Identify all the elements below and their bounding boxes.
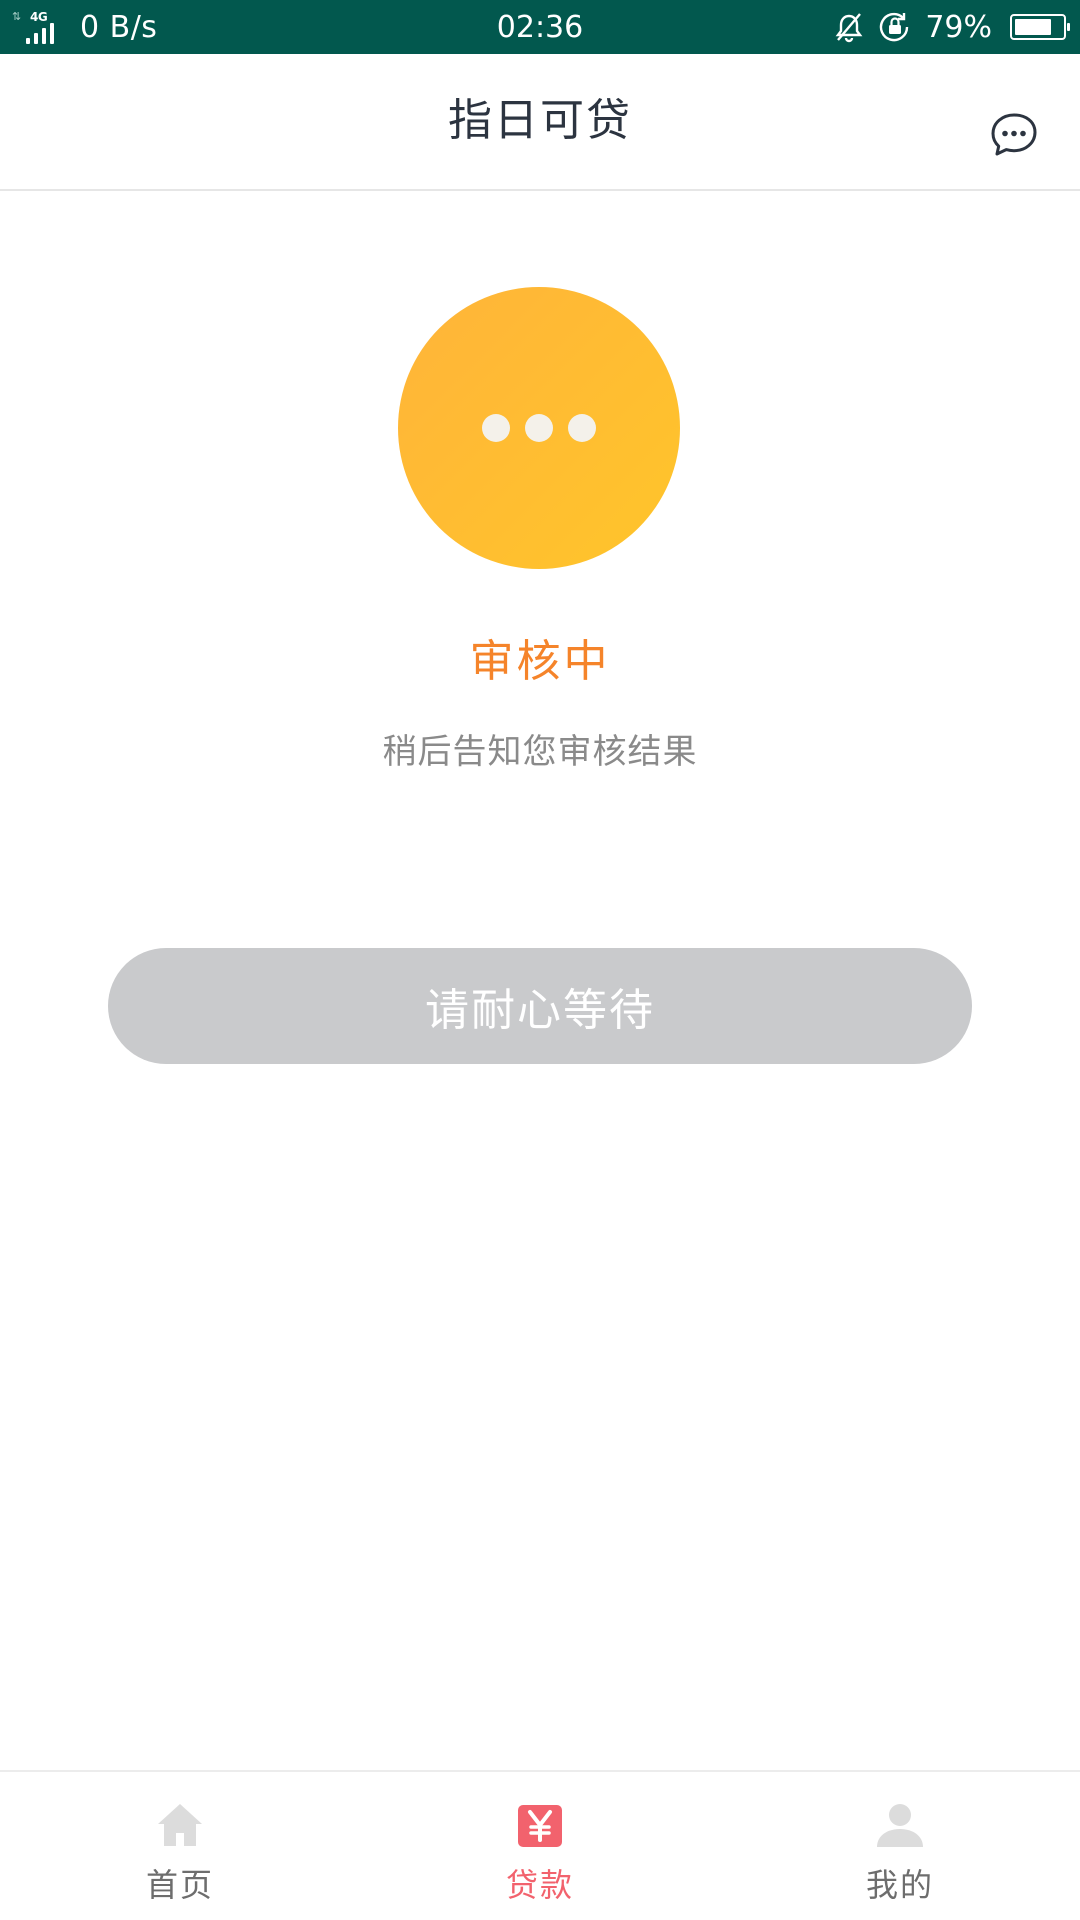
nav-label-mine: 我的 xyxy=(865,1866,934,1904)
cellular-signal-icon: ⇅ 4G xyxy=(10,0,72,54)
nav-label-loan: 贷款 xyxy=(505,1866,574,1904)
nav-label-home: 首页 xyxy=(145,1866,214,1904)
status-left-group: ⇅ 4G 0 B/s xyxy=(10,0,157,54)
rotation-lock-icon xyxy=(880,12,909,42)
nav-item-loan[interactable]: 贷款 xyxy=(360,1772,720,1920)
system-status-bar: ⇅ 4G 0 B/s 02:36 79% xyxy=(0,0,1080,54)
net-speed: 0 B/s xyxy=(80,9,158,45)
yuan-icon xyxy=(518,1805,562,1847)
data-activity-icon: ⇅ xyxy=(12,10,22,23)
review-status-title: 审核中 xyxy=(469,636,611,687)
messages-button[interactable] xyxy=(988,109,1040,161)
chat-bubble-icon xyxy=(991,113,1037,156)
status-right-group: 79% xyxy=(833,0,1070,54)
review-status-subtitle: 稍后告知您审核结果 xyxy=(382,732,698,772)
pending-dots-icon xyxy=(398,287,680,569)
signal-bars-icon xyxy=(26,20,74,44)
page-title: 指日可贷 xyxy=(448,95,632,146)
pending-dot xyxy=(525,414,553,442)
nav-item-home[interactable]: 首页 xyxy=(0,1772,360,1920)
bottom-nav: 首页 贷款 我的 xyxy=(0,1770,1080,1920)
please-wait-button[interactable]: 请耐心等待 xyxy=(108,948,972,1064)
battery-level-fill xyxy=(1015,19,1051,35)
pending-dot xyxy=(568,414,596,442)
nav-item-mine[interactable]: 我的 xyxy=(720,1772,1080,1920)
person-icon xyxy=(877,1804,923,1847)
pending-dot xyxy=(482,414,510,442)
battery-percent: 79% xyxy=(925,9,992,45)
home-icon xyxy=(158,1804,202,1846)
app-header: 指日可贷 xyxy=(0,54,1080,191)
battery-icon xyxy=(1010,14,1070,40)
silent-bell-icon xyxy=(835,13,863,43)
